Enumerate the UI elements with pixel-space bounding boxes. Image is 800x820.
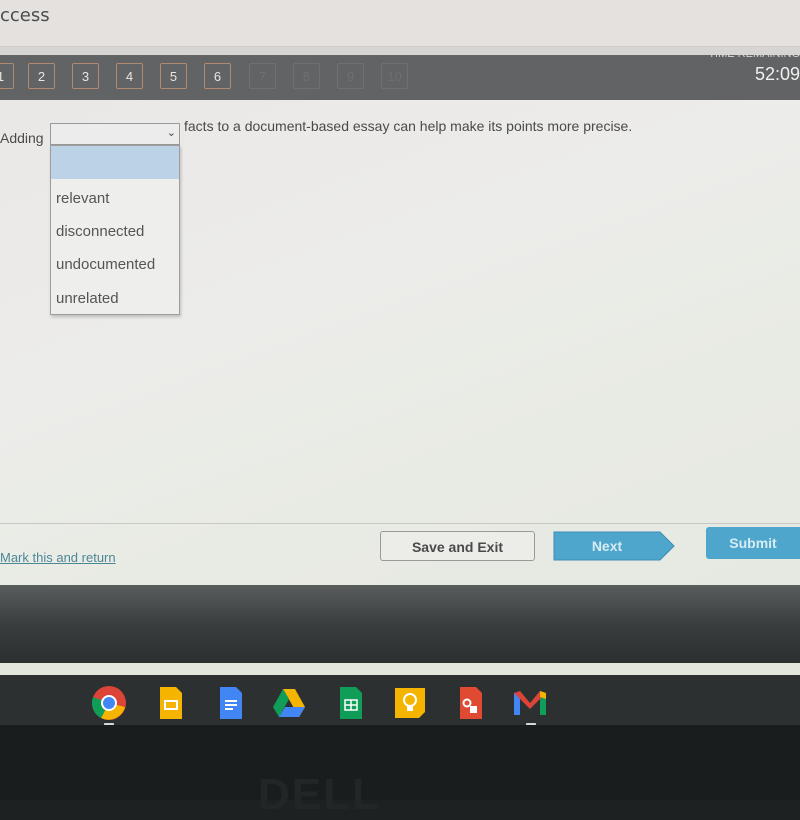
question-nav-item-8: 8 — [293, 63, 320, 89]
question-nav-item-1[interactable]: 1 — [0, 63, 14, 89]
app-header: ccess — [0, 0, 800, 47]
question-suffix: facts to a document-based essay can help… — [184, 118, 633, 134]
question-nav-item-2[interactable]: 2 — [28, 63, 55, 89]
app-title: ccess — [0, 5, 50, 26]
option-blank[interactable] — [51, 146, 179, 179]
docs-icon[interactable] — [212, 685, 248, 721]
sheets-icon[interactable] — [332, 685, 368, 721]
save-and-exit-button[interactable]: Save and Exit — [380, 531, 535, 561]
footer-divider — [0, 523, 800, 524]
question-nav-item-10: 10 — [381, 63, 408, 89]
sub-header — [0, 47, 800, 55]
question-nav-item-7: 7 — [249, 63, 276, 89]
drawings-icon[interactable] — [452, 685, 488, 721]
question-content: Adding facts to a document-based essay c… — [0, 100, 800, 585]
question-nav-item-5[interactable]: 5 — [160, 63, 187, 89]
option-relevant[interactable]: relevant — [51, 182, 179, 215]
time-remaining-label: TIME REMAINING — [708, 48, 800, 60]
gmail-icon[interactable] — [512, 685, 548, 721]
option-disconnected[interactable]: disconnected — [51, 215, 179, 248]
next-button[interactable]: Next — [552, 531, 676, 561]
question-nav-item-6[interactable]: 6 — [204, 63, 231, 89]
time-remaining-value: 52:09 — [754, 64, 800, 84]
submit-button[interactable]: Submit — [706, 527, 800, 559]
next-button-label: Next — [591, 538, 623, 554]
drive-icon[interactable] — [271, 685, 307, 721]
keep-icon[interactable] — [392, 685, 428, 721]
question-nav: 1 2 3 4 5 6 7 8 9 10 TIME REMAINING 52:0… — [0, 48, 800, 100]
answer-dropdown-list: relevant disconnected undocumented unrel… — [50, 145, 180, 315]
chevron-down-icon: ⌄ — [166, 127, 176, 139]
question-nav-item-9: 9 — [337, 63, 364, 89]
chrome-icon[interactable] — [91, 685, 127, 721]
question-prefix: Adding — [0, 130, 44, 146]
laptop-bezel — [0, 725, 800, 800]
question-nav-item-3[interactable]: 3 — [72, 63, 99, 89]
screen-edge — [0, 663, 800, 675]
device-logo: DELL — [258, 770, 381, 819]
screen-bottom-area — [0, 585, 800, 665]
question-nav-item-4[interactable]: 4 — [116, 63, 143, 89]
slides-icon[interactable] — [152, 685, 188, 721]
mark-and-return-link[interactable]: Mark this and return — [0, 550, 116, 565]
option-undocumented[interactable]: undocumented — [51, 248, 179, 281]
option-unrelated[interactable]: unrelated — [51, 282, 179, 315]
